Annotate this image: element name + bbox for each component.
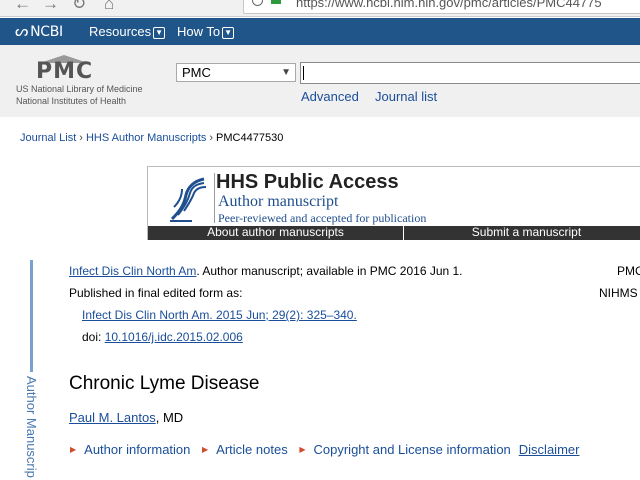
- expand-triangle-icon: ▶: [202, 445, 209, 454]
- address-bar[interactable]: https://www.ncbi.nlm.nih.gov/pmc/article…: [243, 0, 640, 14]
- breadcrumb: Journal List › HHS Author Manuscripts › PMC4…: [20, 132, 283, 144]
- journal-link[interactable]: Infect Dis Clin North Am: [69, 264, 196, 278]
- doi-link[interactable]: 10.1016/j.idc.2015.02.006: [105, 330, 243, 344]
- author-line: Paul M. Lantos, MD: [69, 410, 183, 425]
- chevron-down-icon: ▼: [153, 27, 166, 39]
- banner-tagline: Peer-reviewed and accepted for publicati…: [218, 211, 427, 225]
- author-link[interactable]: Paul M. Lantos: [69, 410, 156, 425]
- doi-line: doi: 10.1016/j.idc.2015.02.006: [82, 330, 243, 344]
- resources-menu[interactable]: Resources ▼: [89, 24, 166, 39]
- side-tab-line: [30, 260, 33, 372]
- advanced-search-link[interactable]: Advanced: [301, 89, 359, 104]
- ncbi-logo-text: NCBI: [30, 24, 63, 40]
- author-suffix: , MD: [155, 410, 184, 425]
- breadcrumb-separator: ›: [209, 132, 214, 144]
- disclaimer-link[interactable]: Disclaimer: [519, 442, 580, 457]
- chevron-down-icon: ▼: [281, 67, 291, 78]
- resources-menu-label: Resources: [89, 24, 152, 39]
- forward-icon[interactable]: →: [42, 0, 59, 14]
- database-select-value: PMC: [182, 65, 211, 80]
- ncbi-logo[interactable]: ᔕ NCBI: [15, 22, 63, 40]
- about-manuscripts-button[interactable]: About author manuscripts: [148, 226, 404, 240]
- breadcrumb-current: PMC4477530: [216, 132, 284, 144]
- tab-article-notes[interactable]: Article notes: [216, 442, 288, 457]
- org-line-1: US National Library of Medicine: [16, 84, 143, 94]
- search-input[interactable]: [300, 62, 640, 84]
- journal-list-link[interactable]: Journal list: [375, 89, 437, 104]
- author-manuscript-side-tab[interactable]: Author Manuscrip: [24, 376, 39, 478]
- banner-title: HHS Public Access: [216, 171, 399, 193]
- nihms-label: NIHMS: [599, 286, 638, 300]
- howto-menu-label: How To: [177, 24, 221, 39]
- home-icon[interactable]: ⌂: [104, 0, 114, 14]
- breadcrumb-separator: ›: [79, 132, 83, 144]
- tab-author-information[interactable]: Author information: [84, 442, 190, 457]
- banner-button-bar: About author manuscripts Submit a manusc…: [148, 226, 640, 240]
- article-info-tabs: ▶ Author information ▶ Article notes ▶ Copy…: [70, 442, 579, 457]
- pmc-header: PMC US National Library of Medicine Nati…: [0, 45, 640, 117]
- database-select[interactable]: PMC ▼: [176, 63, 296, 82]
- address-url[interactable]: https://www.ncbi.nlm.nih.gov/pmc/article…: [296, 0, 602, 10]
- browser-toolbar: ← → ↻ ⌂ https://www.ncbi.nlm.nih.gov/pmc…: [0, 0, 640, 17]
- doi-label: doi:: [82, 330, 105, 344]
- howto-menu[interactable]: How To ▼: [177, 24, 235, 39]
- final-citation-line: Infect Dis Clin North Am. 2015 Jun; 29(2…: [82, 308, 357, 322]
- back-icon[interactable]: ←: [14, 0, 31, 14]
- published-label: Published in final edited form as:: [69, 286, 243, 300]
- pmc-logo[interactable]: PMC: [36, 55, 94, 84]
- hhs-eagle-icon: [170, 177, 207, 222]
- expand-triangle-icon: ▶: [70, 445, 77, 454]
- article-title: Chronic Lyme Disease: [69, 373, 260, 394]
- lock-icon: [271, 0, 281, 4]
- breadcrumb-hhs-manuscripts[interactable]: HHS Author Manuscripts: [86, 132, 206, 144]
- chevron-down-icon: ▼: [222, 27, 235, 39]
- org-line-2: National Institutes of Health: [16, 96, 127, 106]
- breadcrumb-journal-list[interactable]: Journal List: [20, 132, 76, 144]
- hhs-public-access-banner: HHS Public Access Author manuscript Peer…: [147, 166, 640, 240]
- ncbi-nav-bar: ᔕ NCBI Resources ▼ How To ▼: [0, 18, 640, 45]
- banner-subtitle: Author manuscript: [218, 193, 339, 210]
- reload-icon[interactable]: ↻: [72, 0, 86, 14]
- pmc-logo-text: PMC: [36, 59, 94, 84]
- tab-copyright-license[interactable]: Copyright and License information: [314, 442, 511, 457]
- submit-manuscript-button[interactable]: Submit a manuscript: [405, 226, 640, 240]
- site-info-icon[interactable]: [252, 0, 263, 6]
- ncbi-helix-icon: ᔕ: [15, 22, 29, 40]
- availability-text: . Author manuscript; available in PMC 20…: [196, 264, 463, 278]
- pmcid-label: PMC: [617, 264, 640, 278]
- banner-divider: [214, 173, 215, 223]
- expand-triangle-icon: ▶: [299, 445, 306, 454]
- final-citation-link[interactable]: Infect Dis Clin North Am. 2015 Jun; 29(2…: [82, 308, 357, 322]
- text-cursor: [303, 66, 304, 80]
- citation-line: Infect Dis Clin North Am. Author manuscr…: [69, 264, 463, 278]
